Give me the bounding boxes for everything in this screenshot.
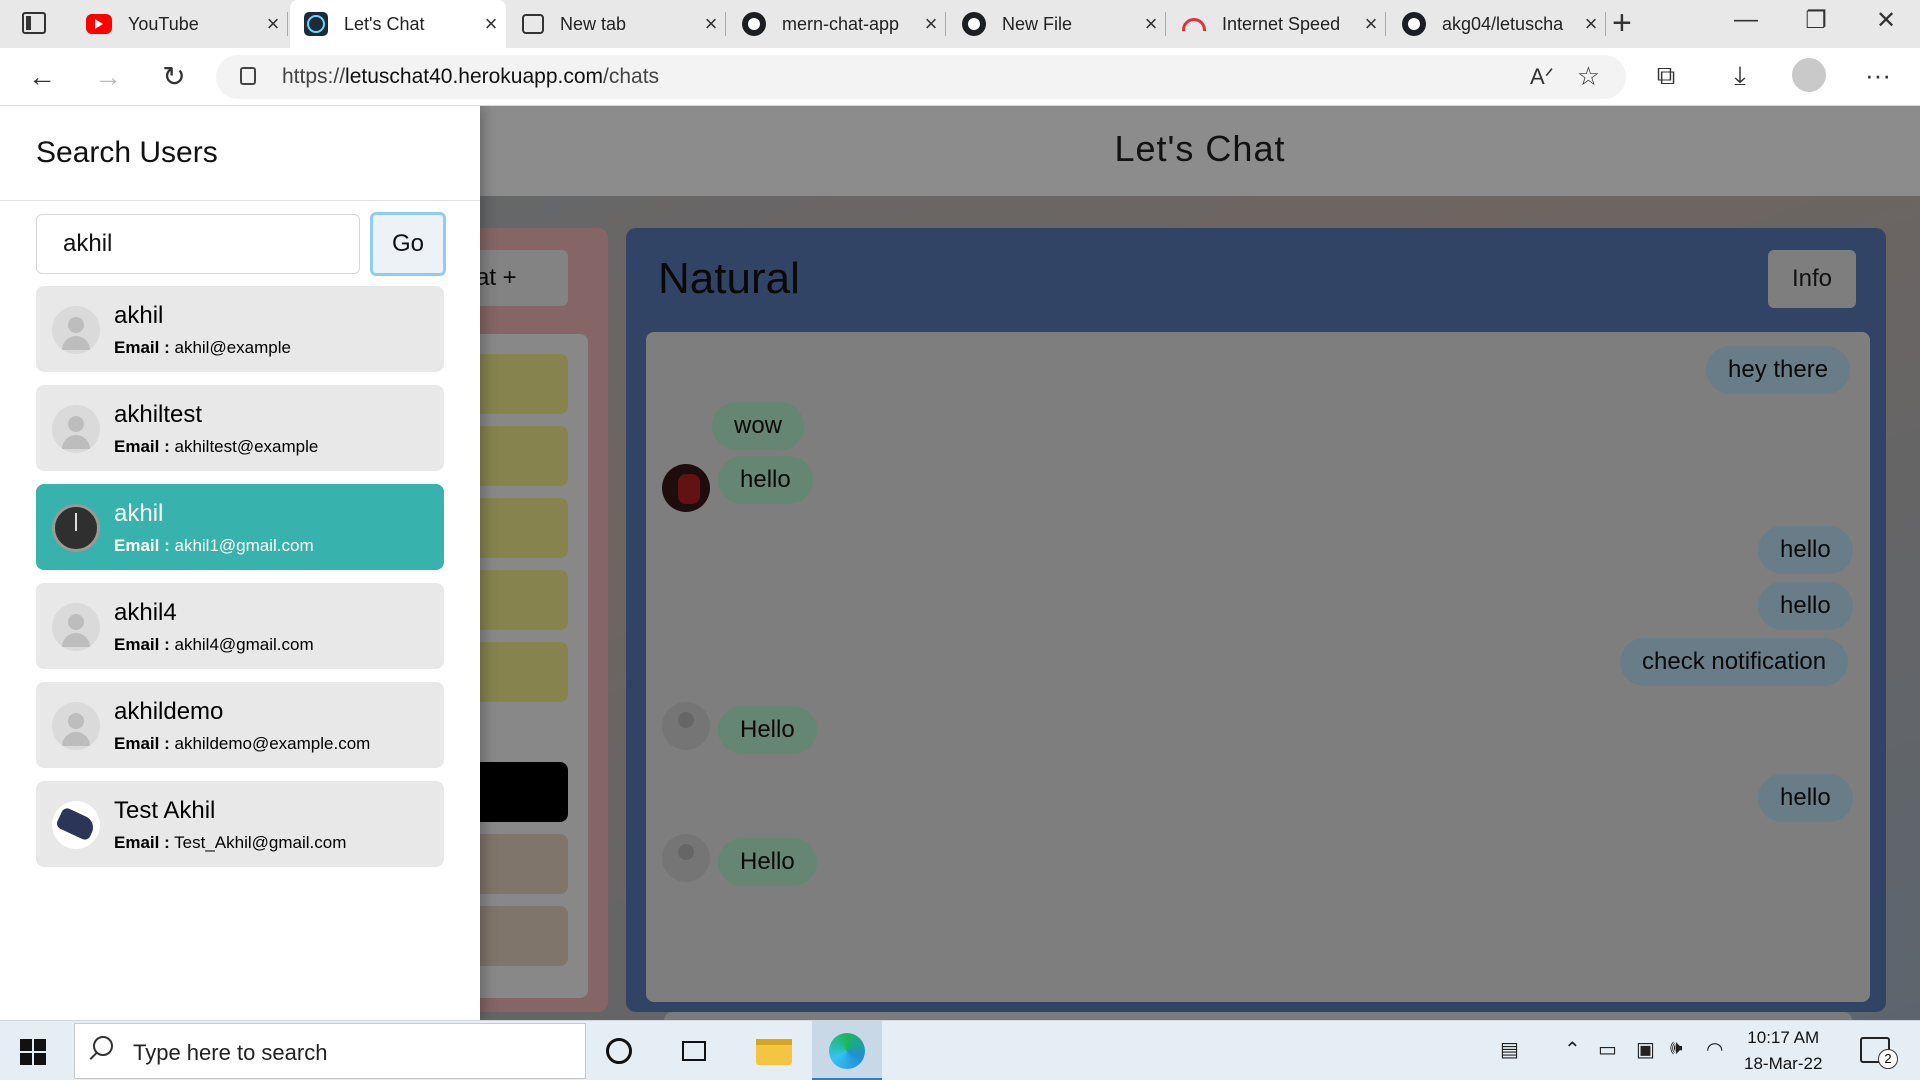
divider [0, 200, 480, 201]
search-icon [93, 1036, 113, 1056]
user-email: Email : akhildemo@example.com [114, 734, 371, 753]
avatar [52, 405, 100, 453]
tab-title: Internet Speed [1222, 13, 1341, 34]
more-menu-icon[interactable]: ··· [1860, 60, 1896, 91]
file-explorer-icon[interactable] [756, 1039, 792, 1065]
avatar [52, 603, 100, 651]
tab-new-file[interactable]: New File × [948, 0, 1166, 48]
app-viewport: Let's Chat ⌄ at + Natural Info hey there… [0, 106, 1920, 1020]
tab-letuschat-repo[interactable]: akg04/letuscha × [1388, 0, 1606, 48]
news-widget-icon[interactable]: ▤ [1500, 1037, 1519, 1062]
wifi-icon[interactable]: ◠ [1706, 1037, 1723, 1062]
browser-tab-strip: YouTube × Let's Chat × New tab × mern-ch… [0, 0, 1920, 48]
user-name: akhil [114, 302, 164, 329]
avatar [52, 702, 100, 750]
user-result-item[interactable]: akhil Email : akhil1@gmail.com [36, 484, 444, 570]
tab-internet-speed[interactable]: Internet Speed × [1168, 0, 1386, 48]
speedometer-icon [1182, 12, 1206, 36]
close-tab-icon[interactable]: × [696, 11, 726, 37]
tab-title: mern-chat-app [782, 13, 900, 34]
windows-taskbar: Type here to search ▤ ⌃ ▭ ▣ 🕪 ◠ 10:17 AM… [0, 1020, 1920, 1080]
user-result-item[interactable]: akhil4 Email : akhil4@gmail.com [36, 583, 444, 669]
avatar [52, 306, 100, 354]
close-tab-icon[interactable]: × [476, 11, 506, 37]
refresh-icon[interactable]: ↻ [154, 58, 194, 98]
taskbar-search-placeholder: Type here to search [133, 1040, 328, 1065]
volume-icon[interactable]: 🕪 [1670, 1037, 1683, 1060]
close-window-icon[interactable]: ✕ [1866, 6, 1906, 35]
user-result-item[interactable]: akhiltest Email : akhiltest@example [36, 385, 444, 471]
react-icon [304, 12, 328, 36]
tab-title: New tab [560, 13, 627, 34]
clock-time: 10:17 AM [1747, 1028, 1820, 1047]
drawer-overlay[interactable] [480, 106, 1920, 1020]
close-tab-icon[interactable]: × [1136, 11, 1166, 37]
windows-start-icon[interactable] [20, 1039, 46, 1065]
tab-title: YouTube [128, 13, 199, 34]
tab-title: Let's Chat [344, 13, 425, 34]
avatar [52, 801, 100, 849]
minimize-icon[interactable]: — [1726, 6, 1766, 34]
search-input[interactable] [36, 214, 360, 274]
tab-actions-icon[interactable] [22, 12, 46, 34]
clock-date: 18-Mar-22 [1744, 1054, 1823, 1073]
back-arrow-icon[interactable]: ← [22, 58, 62, 98]
go-button[interactable]: Go [370, 212, 446, 276]
youtube-icon [86, 14, 112, 34]
close-tab-icon[interactable]: × [1356, 11, 1386, 37]
extensions-icon[interactable]: ⧉ [1648, 60, 1684, 92]
close-tab-icon[interactable]: × [1576, 11, 1606, 37]
avatar [52, 504, 100, 552]
github-icon [962, 12, 986, 36]
tab-mern-chat-app[interactable]: mern-chat-app × [728, 0, 946, 48]
address-bar[interactable]: https://letuschat40.herokuapp.com/chats … [216, 55, 1626, 99]
show-hidden-icons-icon[interactable]: ⌃ [1564, 1037, 1581, 1062]
user-result-item[interactable]: Test Akhil Email : Test_Akhil@gmail.com [36, 781, 444, 867]
user-name: akhil [114, 500, 164, 527]
browser-toolbar: ← → ↻ https://letuschat40.herokuapp.com/… [0, 48, 1920, 106]
tab-lets-chat[interactable]: Let's Chat × [290, 0, 506, 48]
user-email: Email : Test_Akhil@gmail.com [114, 833, 347, 852]
close-tab-icon[interactable]: × [916, 11, 946, 37]
tab-title: akg04/letuscha [1442, 13, 1564, 34]
user-name: Test Akhil [114, 797, 216, 824]
tab-new-tab[interactable]: New tab × [508, 0, 726, 48]
user-email: Email : akhiltest@example [114, 437, 319, 456]
restore-icon[interactable]: ❐ [1796, 6, 1836, 35]
notification-center-icon[interactable]: 2 [1860, 1037, 1898, 1069]
user-name: akhil4 [114, 599, 177, 626]
battery-icon[interactable]: ▭ [1598, 1037, 1617, 1062]
github-icon [742, 12, 766, 36]
system-clock[interactable]: 10:17 AM 18-Mar-22 [1744, 1025, 1822, 1077]
user-email: Email : akhil@example [114, 338, 291, 357]
user-result-item[interactable]: akhildemo Email : akhildemo@example.com [36, 682, 444, 768]
user-name: akhildemo [114, 698, 224, 725]
new-tab-plus-icon[interactable]: + [1612, 4, 1632, 43]
notification-count-badge: 2 [1878, 1049, 1898, 1069]
meet-now-icon[interactable]: ▣ [1636, 1037, 1655, 1062]
tab-title: New File [1002, 13, 1073, 34]
task-view-icon[interactable] [682, 1041, 706, 1061]
taskbar-search-box[interactable]: Type here to search [74, 1023, 586, 1079]
tab-youtube[interactable]: YouTube × [72, 0, 288, 48]
lock-icon[interactable] [240, 67, 256, 85]
downloads-icon[interactable]: ⤓ [1722, 60, 1758, 92]
drawer-title: Search Users [36, 136, 218, 169]
new-tab-icon [522, 14, 544, 34]
cortana-icon[interactable] [606, 1038, 632, 1064]
close-tab-icon[interactable]: × [258, 11, 288, 37]
browser-profile-avatar[interactable] [1792, 58, 1826, 92]
user-email: Email : akhil1@gmail.com [114, 536, 314, 555]
github-icon [1402, 12, 1426, 36]
favorite-star-icon[interactable]: ☆ [1577, 61, 1600, 92]
user-name: akhiltest [114, 401, 203, 428]
read-aloud-icon[interactable]: Aᐟ [1530, 64, 1554, 90]
user-email: Email : akhil4@gmail.com [114, 635, 314, 654]
forward-arrow-icon[interactable]: → [88, 58, 128, 98]
user-result-item[interactable]: akhil Email : akhil@example [36, 286, 444, 372]
search-users-drawer: Search Users Go akhil Email : akhil@exam… [0, 106, 480, 1020]
edge-icon [829, 1033, 865, 1069]
edge-taskbar-button[interactable] [812, 1021, 882, 1080]
url-text: https://letuschat40.herokuapp.com/chats [282, 65, 660, 88]
